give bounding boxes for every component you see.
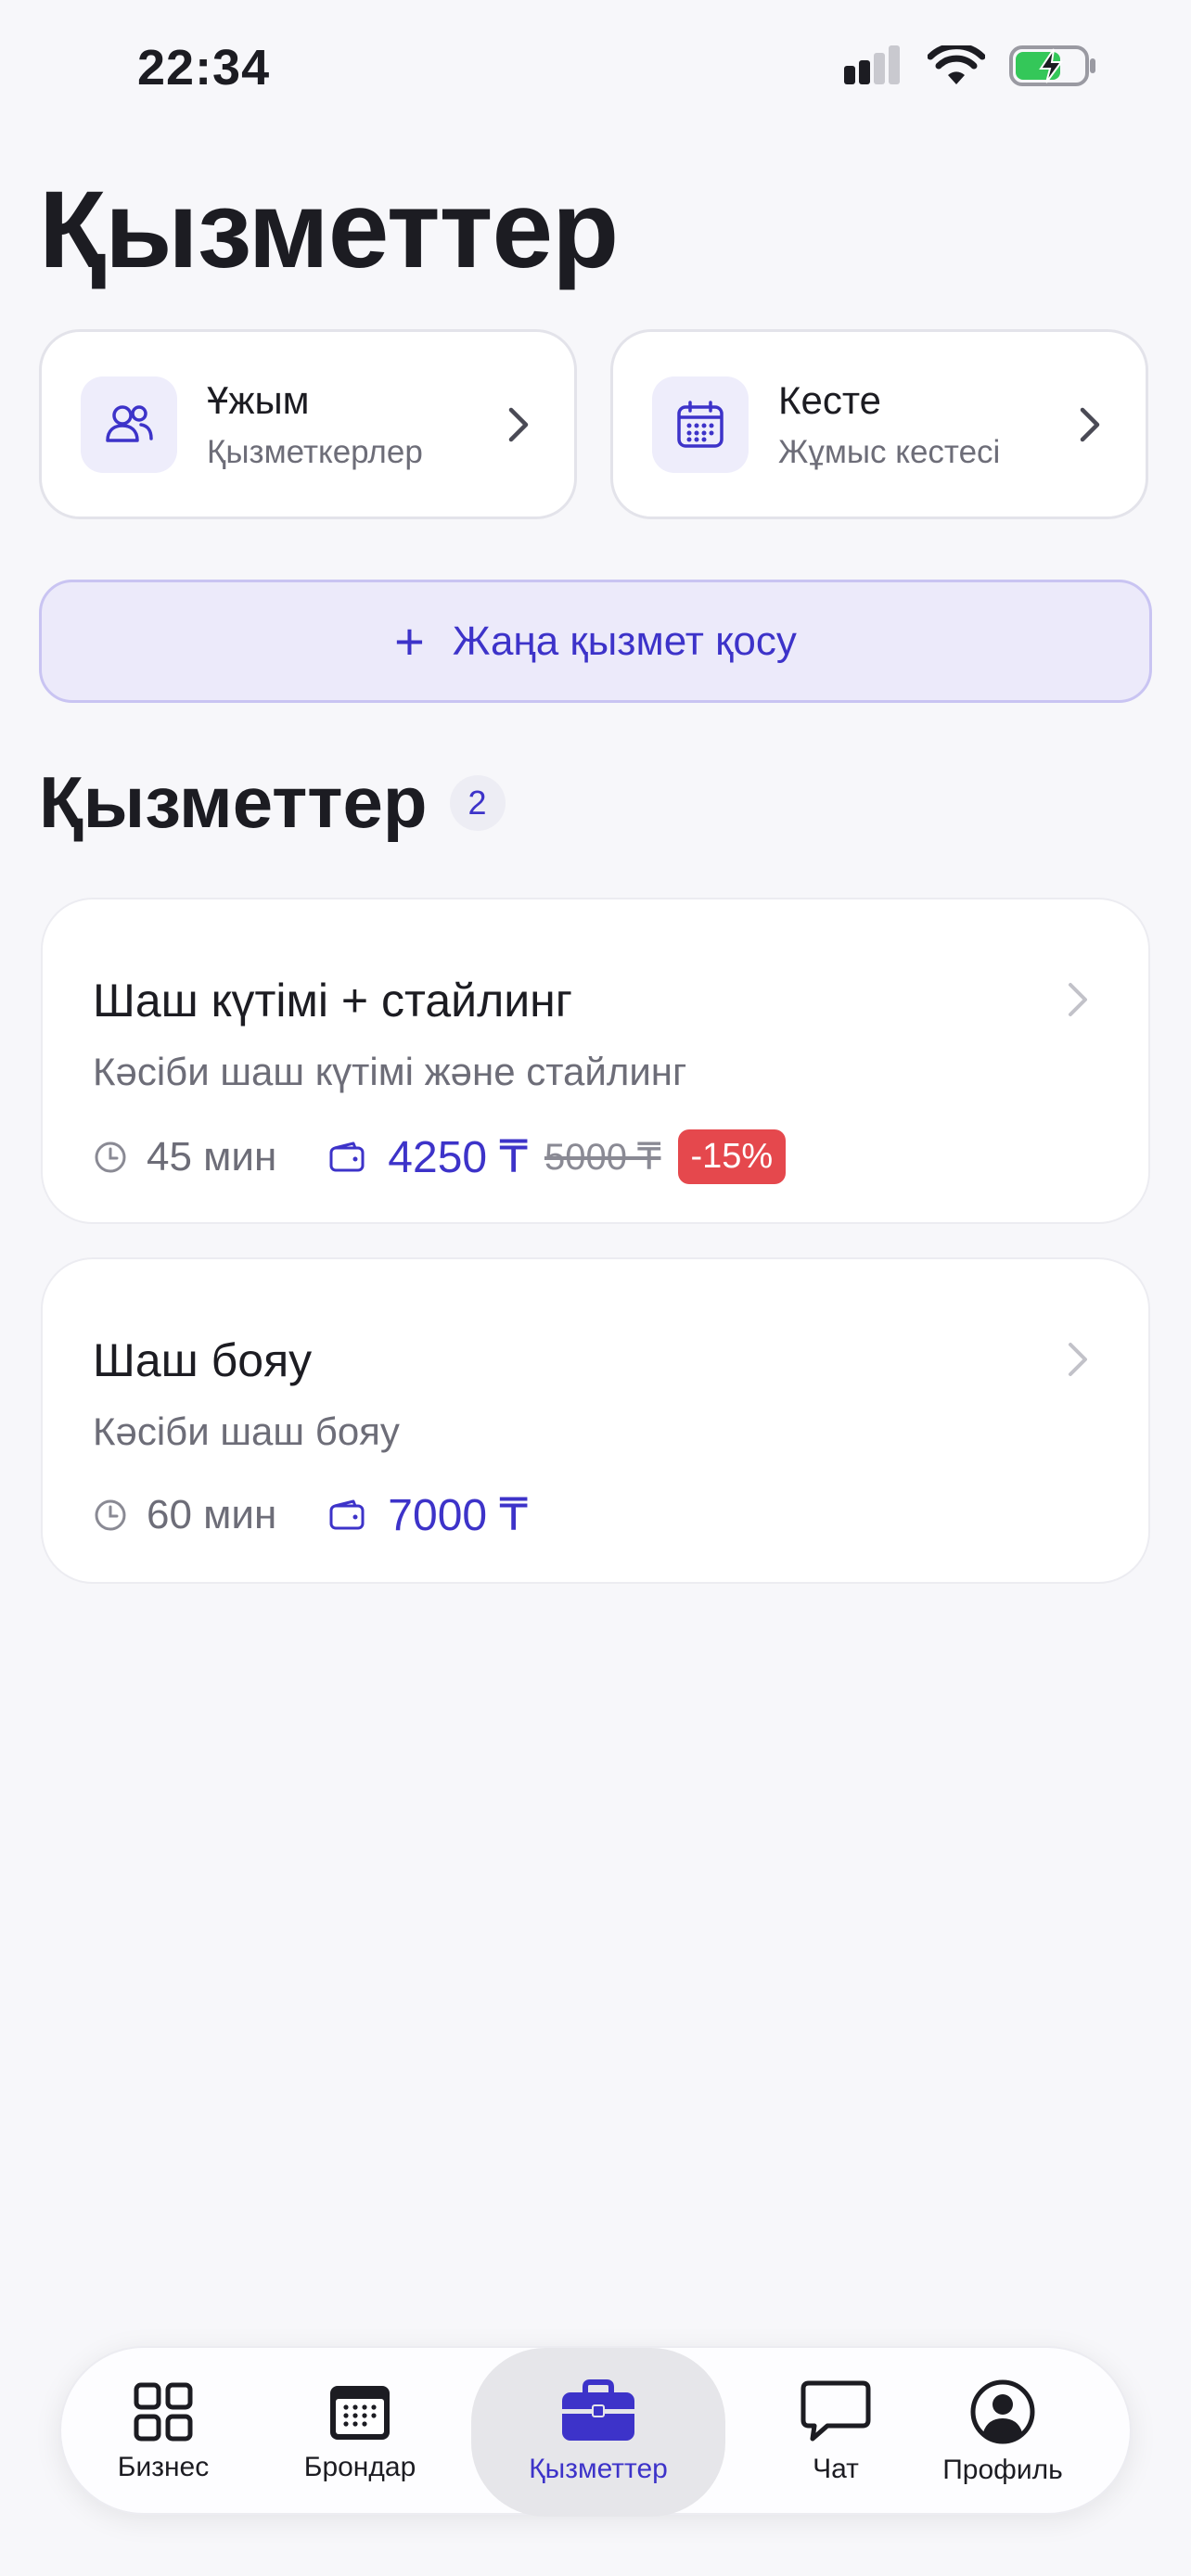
- chevron-right-icon: [1080, 407, 1100, 441]
- services-section-title: Қызметтер: [39, 761, 428, 843]
- chat-icon: [800, 2380, 871, 2442]
- status-time: 22:34: [137, 40, 271, 96]
- services-section-header: Қызметтер 2: [39, 760, 506, 845]
- team-icon: [81, 376, 177, 473]
- status-icons: [842, 45, 1098, 87]
- chevron-right-icon: [508, 407, 529, 441]
- service-duration: 45 мин: [147, 1133, 277, 1180]
- plus-icon: +: [394, 612, 425, 670]
- service-price: 7000 ₸: [388, 1491, 528, 1540]
- tab-business[interactable]: Бизнес: [98, 2348, 228, 2517]
- service-old-price: 5000 ₸: [544, 1136, 661, 1178]
- clock-icon: [95, 1141, 126, 1172]
- tab-services[interactable]: Қызметтер: [471, 2348, 725, 2517]
- cellular-signal-icon: [844, 45, 900, 84]
- chevron-right-icon: [1069, 1343, 1087, 1376]
- schedule-card-title: Кесте: [778, 377, 881, 422]
- page-title: Қызметтер: [39, 169, 619, 291]
- schedule-card[interactable]: Кесте Жұмыс кестесі: [610, 329, 1148, 519]
- tab-profile[interactable]: Профиль: [933, 2348, 1072, 2517]
- tab-label: Профиль: [942, 2455, 1063, 2485]
- wifi-icon: [928, 45, 985, 84]
- service-name: Шаш бояу: [93, 1334, 313, 1386]
- service-price: 4250 ₸: [388, 1132, 528, 1182]
- tab-bookings[interactable]: Брондар: [295, 2348, 425, 2517]
- tab-chat[interactable]: Чат: [785, 2348, 887, 2517]
- briefcase-icon: [562, 2379, 634, 2441]
- service-meta: 45 мин 4250 ₸ 5000 ₸ -15%: [93, 1129, 787, 1184]
- team-card[interactable]: Ұжым Қызметкерлер: [39, 329, 577, 519]
- chevron-right-icon: [1069, 983, 1087, 1016]
- tab-label: Чат: [813, 2454, 859, 2484]
- clock-icon: [95, 1499, 126, 1531]
- discount-badge: -15%: [677, 1129, 787, 1184]
- service-name: Шаш күтімі + стайлинг: [93, 975, 573, 1027]
- services-count-badge: 2: [449, 774, 506, 831]
- add-service-button[interactable]: + Жаңа қызмет қосу: [39, 580, 1152, 703]
- team-card-title: Ұжым: [207, 377, 310, 422]
- tab-label: Бизнес: [117, 2452, 210, 2482]
- service-description: Кәсіби шаш күтімі және стайлинг: [93, 1050, 687, 1093]
- battery-charging-icon: [1009, 45, 1095, 86]
- wallet-icon: [329, 1141, 365, 1171]
- wallet-icon: [329, 1499, 365, 1530]
- service-card[interactable]: Шаш бояу Кәсіби шаш бояу 60 мин 7000 ₸: [41, 1257, 1150, 1584]
- profile-icon: [970, 2379, 1035, 2444]
- add-service-label: Жаңа қызмет қосу: [452, 618, 797, 664]
- service-card[interactable]: Шаш күтімі + стайлинг Кәсіби шаш күтімі …: [41, 898, 1150, 1224]
- tab-label: Брондар: [303, 2452, 416, 2482]
- schedule-card-subtitle: Жұмыс кестесі: [778, 433, 1001, 470]
- grid-icon: [134, 2382, 193, 2442]
- calendar-icon: [330, 2386, 390, 2440]
- team-card-subtitle: Қызметкерлер: [207, 433, 423, 470]
- service-meta: 60 мин 7000 ₸: [93, 1489, 528, 1541]
- status-bar: 22:34: [0, 0, 1191, 139]
- calendar-icon: [652, 376, 749, 473]
- tab-label: Қызметтер: [529, 2454, 668, 2484]
- service-description: Кәсіби шаш бояу: [93, 1409, 400, 1453]
- service-duration: 60 мин: [147, 1492, 277, 1537]
- tab-bar: Бизнес Брондар Қызметтер Чат Профиль: [59, 2346, 1132, 2517]
